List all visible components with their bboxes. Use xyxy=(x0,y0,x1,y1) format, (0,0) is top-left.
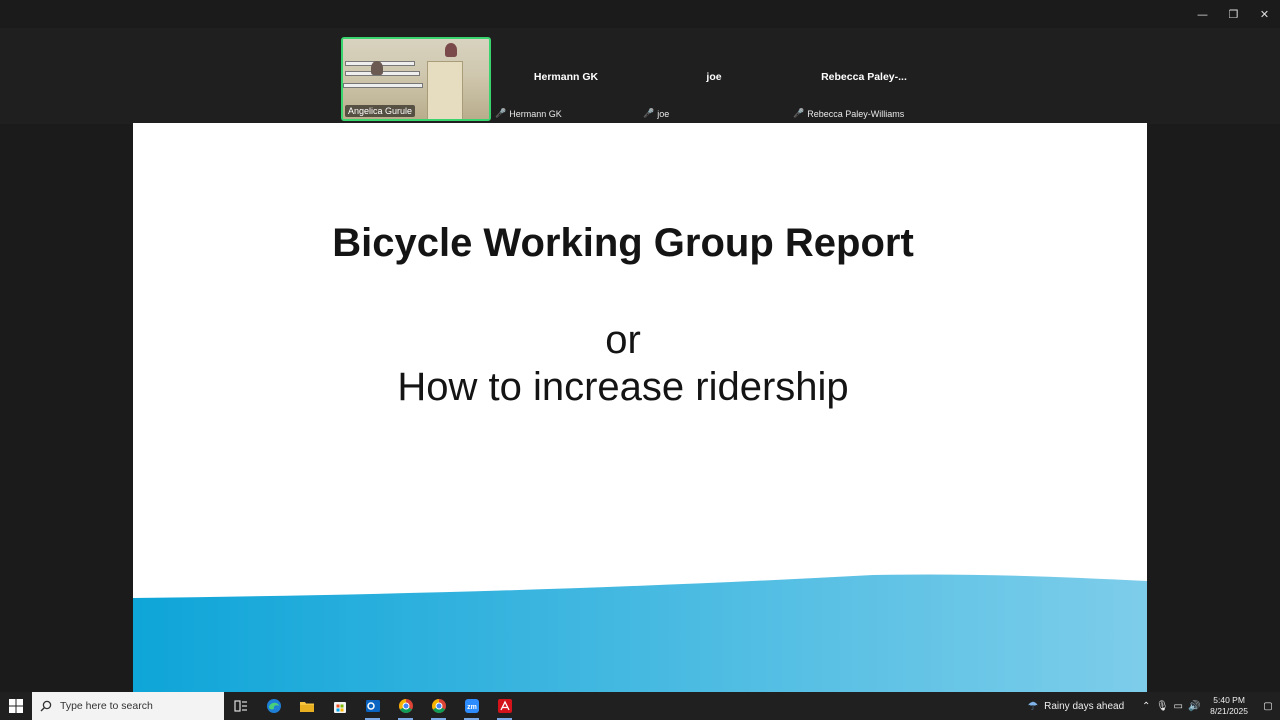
clock-date: 8/21/2025 xyxy=(1210,706,1248,716)
participant-display-name: Hermann GK xyxy=(533,71,599,83)
acrobat-icon[interactable] xyxy=(488,692,521,720)
outlook-icon[interactable] xyxy=(356,692,389,720)
taskbar-clock[interactable]: 5:40 PM 8/21/2025 xyxy=(1210,695,1248,717)
person-shape xyxy=(445,43,457,57)
mic-muted-icon: 🎤 xyxy=(643,108,655,118)
slide-title: Bicycle Working Group Report xyxy=(332,221,914,265)
volume-icon[interactable]: 🔊 xyxy=(1186,701,1202,712)
participant-label: 🎤 joe xyxy=(643,108,669,119)
participant-tile[interactable]: Rebecca Paley-... 🎤 Rebecca Paley-Willia… xyxy=(789,37,939,121)
chrome-icon[interactable] xyxy=(422,692,455,720)
clock-time: 5:40 PM xyxy=(1213,695,1245,705)
participant-name: Rebecca Paley-Williams xyxy=(807,108,905,119)
participant-tile[interactable]: joe 🎤 joe xyxy=(639,37,789,121)
zoom-icon[interactable]: zm xyxy=(455,692,488,720)
participant-display-name: Rebecca Paley-... xyxy=(821,71,907,83)
edge-icon[interactable] xyxy=(257,692,290,720)
taskbar-search-box[interactable]: Type here to search xyxy=(32,692,224,720)
participant-tile[interactable]: Hermann GK 🎤 Hermann GK xyxy=(491,37,641,121)
restore-button[interactable]: ❐ xyxy=(1218,0,1249,28)
file-explorer-icon[interactable] xyxy=(290,692,323,720)
zoom-meeting-window: — ❐ ✕ Angelica Gurule Hermann GK 🎤 Herma… xyxy=(0,0,1280,692)
participant-name: Angelica Gurule xyxy=(345,105,416,117)
chevron-up-icon[interactable]: ⌃ xyxy=(1138,701,1154,712)
participant-display-name: joe xyxy=(706,71,722,83)
umbrella-icon: ☂ xyxy=(1027,699,1039,713)
mic-muted-icon: 🎤 xyxy=(793,108,805,118)
shared-screen-slide: Bicycle Working Group Report or How to i… xyxy=(133,123,1147,692)
window-controls: — ❐ ✕ xyxy=(1187,0,1280,28)
store-icon[interactable] xyxy=(323,692,356,720)
microphone-icon[interactable]: 🎙 xyxy=(1154,701,1170,712)
weather-text: Rainy days ahead xyxy=(1044,700,1125,712)
participant-name: Hermann GK xyxy=(509,108,562,119)
task-view-icon[interactable] xyxy=(224,692,257,720)
slide-connector: or xyxy=(605,318,641,362)
system-tray: ☂ Rainy days ahead ⌃ 🎙 ▭ 🔊 5:40 PM 8/21/… xyxy=(1027,692,1280,720)
chrome-icon[interactable] xyxy=(389,692,422,720)
mic-muted-icon: 🎤 xyxy=(495,108,507,118)
participant-name: joe xyxy=(657,108,670,119)
desk-shape xyxy=(343,83,423,88)
minimize-button[interactable]: — xyxy=(1187,0,1218,28)
participant-tile-video[interactable]: Angelica Gurule xyxy=(341,37,491,121)
network-icon[interactable]: ▭ xyxy=(1170,701,1186,712)
slide-subtitle: How to increase ridership xyxy=(397,365,849,409)
decorative-wave xyxy=(133,574,1147,692)
search-placeholder: Type here to search xyxy=(60,700,153,712)
windows-taskbar: Type here to search zm ☂ Rainy days ahea… xyxy=(0,692,1280,720)
svg-text:zm: zm xyxy=(467,704,477,711)
participant-label: 🎤 Rebecca Paley-Williams xyxy=(793,108,904,119)
participant-label: 🎤 Hermann GK xyxy=(495,108,562,119)
podium-shape xyxy=(427,61,463,119)
search-icon xyxy=(40,700,52,712)
windows-logo-icon xyxy=(9,699,23,713)
weather-widget[interactable]: ☂ Rainy days ahead xyxy=(1027,699,1124,713)
notification-icon[interactable]: ▢ xyxy=(1256,701,1280,712)
close-button[interactable]: ✕ xyxy=(1249,0,1280,28)
person-shape xyxy=(371,61,383,75)
start-button[interactable] xyxy=(0,692,32,720)
